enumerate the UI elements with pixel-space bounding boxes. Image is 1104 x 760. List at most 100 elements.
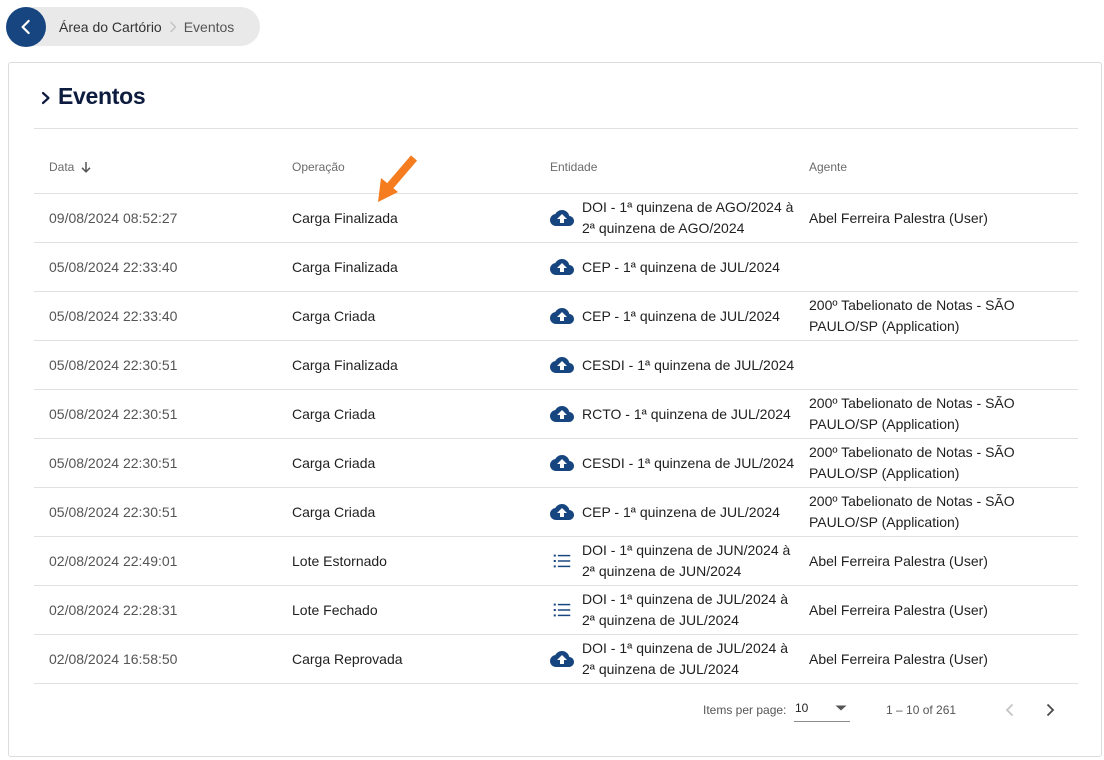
list-icon [550, 549, 574, 573]
cell-entity-label: CEP - 1ª quinzena de JUL/2024 [582, 307, 780, 324]
items-per-page-value: 10 [795, 700, 809, 715]
cloud-upload-icon [550, 353, 574, 377]
cell-operation: Carga Criada [292, 504, 376, 520]
cloud-upload-icon [550, 500, 574, 524]
table-row[interactable]: 05/08/2024 22:30:51 Carga Finalizada CESDI… [34, 341, 1078, 390]
cell-agent: Abel Ferreira Palestra (User) [809, 650, 988, 667]
chevron-left-icon [21, 19, 30, 34]
arrow-down-icon [80, 161, 92, 173]
table-row[interactable]: 05/08/2024 22:30:51 Carga Criada CESDI - 1… [34, 439, 1078, 488]
cell-date: 05/08/2024 22:30:51 [49, 504, 178, 520]
list-icon [550, 598, 574, 622]
previous-page-button[interactable] [997, 697, 1023, 723]
cell-entity-label: CEP - 1ª quinzena de JUL/2024 [582, 503, 780, 520]
cell-entity-label: DOI - 1ª quinzena de AGO/2024 à 2ª quinz… [582, 199, 794, 236]
cell-entity-label: DOI - 1ª quinzena de JUN/2024 à 2ª quinz… [582, 542, 791, 579]
cell-date: 05/08/2024 22:33:40 [49, 308, 178, 324]
table-row[interactable]: 05/08/2024 22:33:40 Carga Criada CEP - 1ª … [34, 292, 1078, 341]
chevron-right-icon [169, 21, 177, 33]
cell-date: 02/08/2024 16:58:50 [49, 651, 178, 667]
column-header-entity[interactable]: Entidade [550, 160, 809, 174]
cell-agent: 200º Tabelionato de Notas - SÃO PAULO/SP… [809, 395, 1015, 432]
cell-entity: DOI - 1ª quinzena de JUL/2024 à 2ª quinz… [550, 589, 809, 631]
cell-operation: Carga Criada [292, 406, 376, 422]
cell-entity: DOI - 1ª quinzena de JUL/2024 à 2ª quinz… [550, 638, 809, 680]
column-header-date-label: Data [49, 160, 75, 174]
divider [34, 128, 1078, 129]
cell-entity-label: CESDI - 1ª quinzena de JUL/2024 [582, 454, 795, 471]
cell-agent: Abel Ferreira Palestra (User) [809, 209, 988, 226]
column-header-entity-label: Entidade [550, 160, 598, 174]
chevron-left-icon [1005, 703, 1014, 717]
caret-down-icon [835, 705, 847, 711]
cloud-upload-icon [550, 255, 574, 279]
chevron-right-icon [41, 91, 51, 105]
cell-agent: 200º Tabelionato de Notas - SÃO PAULO/SP… [809, 444, 1015, 481]
table-row[interactable]: 05/08/2024 22:30:51 Carga Criada RCTO - 1ª… [34, 390, 1078, 439]
back-button[interactable] [6, 6, 46, 47]
cell-entity-label: CEP - 1ª quinzena de JUL/2024 [582, 258, 780, 275]
cell-operation: Carga Criada [292, 455, 376, 471]
table-row[interactable]: 05/08/2024 22:30:51 Carga Criada CEP - 1ª … [34, 488, 1078, 537]
cell-entity-label: DOI - 1ª quinzena de JUL/2024 à 2ª quinz… [582, 640, 788, 677]
cell-entity: CESDI - 1ª quinzena de JUL/2024 [550, 353, 809, 377]
cloud-upload-icon [550, 647, 574, 671]
cloud-upload-icon [550, 402, 574, 426]
cell-agent: 200º Tabelionato de Notas - SÃO PAULO/SP… [809, 493, 1015, 530]
cell-entity-label: CESDI - 1ª quinzena de JUL/2024 [582, 356, 795, 373]
cell-entity: CEP - 1ª quinzena de JUL/2024 [550, 255, 809, 279]
items-per-page-label: Items per page: [703, 703, 787, 717]
cell-agent: 200º Tabelionato de Notas - SÃO PAULO/SP… [809, 297, 1015, 334]
column-header-operation-label: Operação [292, 160, 345, 174]
annotation-arrow-icon [378, 155, 418, 202]
breadcrumb-item-eventos: Eventos [183, 18, 235, 35]
column-header-date[interactable]: Data [34, 160, 292, 174]
page-header: Eventos [41, 83, 146, 110]
cloud-upload-icon [550, 304, 574, 328]
table-row[interactable]: 09/08/2024 08:52:27 Carga Finalizada DOI -… [34, 194, 1078, 243]
table-header: Data Operação Entidade Agente [34, 141, 1078, 194]
cell-date: 05/08/2024 22:30:51 [49, 455, 178, 471]
cloud-upload-icon [550, 206, 574, 230]
cell-operation: Carga Finalizada [292, 259, 398, 275]
cloud-upload-icon [550, 451, 574, 475]
cell-operation: Carga Finalizada [292, 357, 398, 373]
chevron-right-icon [1046, 703, 1055, 717]
page-title: Eventos [58, 83, 146, 109]
cell-entity: CEP - 1ª quinzena de JUL/2024 [550, 304, 809, 328]
cell-entity-label: DOI - 1ª quinzena de JUL/2024 à 2ª quinz… [582, 591, 788, 628]
cell-operation: Carga Finalizada [292, 210, 398, 226]
cell-entity: DOI - 1ª quinzena de JUN/2024 à 2ª quinz… [550, 540, 809, 582]
cell-date: 02/08/2024 22:49:01 [49, 553, 178, 569]
cell-operation: Lote Fechado [292, 602, 378, 618]
breadcrumb-item-area-cartorio[interactable]: Área do Cartório [59, 19, 162, 35]
cell-entity: RCTO - 1ª quinzena de JUL/2024 [550, 402, 809, 426]
cell-agent: Abel Ferreira Palestra (User) [809, 601, 988, 618]
paginator: Items per page: 10 1 – 10 of 261 [9, 688, 1103, 732]
column-header-agent-label: Agente [809, 160, 848, 174]
cell-date: 05/08/2024 22:30:51 [49, 357, 178, 373]
cell-date: 05/08/2024 22:30:51 [49, 406, 178, 422]
cell-entity: DOI - 1ª quinzena de AGO/2024 à 2ª quinz… [550, 197, 809, 239]
table-body: 09/08/2024 08:52:27 Carga Finalizada DOI -… [34, 194, 1078, 684]
cell-agent: Abel Ferreira Palestra (User) [809, 552, 988, 569]
table-row[interactable]: 02/08/2024 22:49:01 Lote Estornado DOI - 1… [34, 537, 1078, 586]
cell-operation: Carga Criada [292, 308, 376, 324]
table-row[interactable]: 02/08/2024 22:28:31 Lote Fechado DOI - 1ª … [34, 586, 1078, 635]
cell-date: 09/08/2024 08:52:27 [49, 210, 178, 226]
breadcrumb: Área do Cartório Eventos [6, 6, 260, 47]
cell-entity-label: RCTO - 1ª quinzena de JUL/2024 [582, 405, 791, 422]
table-row[interactable]: 05/08/2024 22:33:40 Carga Finalizada CEP -… [34, 243, 1078, 292]
page-range-label: 1 – 10 of 261 [886, 703, 957, 717]
cell-entity: CESDI - 1ª quinzena de JUL/2024 [550, 451, 809, 475]
cell-operation: Lote Estornado [292, 553, 387, 569]
items-per-page-select[interactable]: 10 [794, 696, 850, 722]
events-card: Eventos Data Operação Entidade Agente 09… [8, 62, 1102, 757]
cell-entity: CEP - 1ª quinzena de JUL/2024 [550, 500, 809, 524]
column-header-agent[interactable]: Agente [809, 160, 1078, 174]
next-page-button[interactable] [1037, 697, 1063, 723]
events-table: Data Operação Entidade Agente 09/08/2024… [34, 141, 1078, 684]
table-row[interactable]: 02/08/2024 16:58:50 Carga Reprovada DOI - … [34, 635, 1078, 684]
cell-operation: Carga Reprovada [292, 651, 403, 667]
cell-date: 05/08/2024 22:33:40 [49, 259, 178, 275]
